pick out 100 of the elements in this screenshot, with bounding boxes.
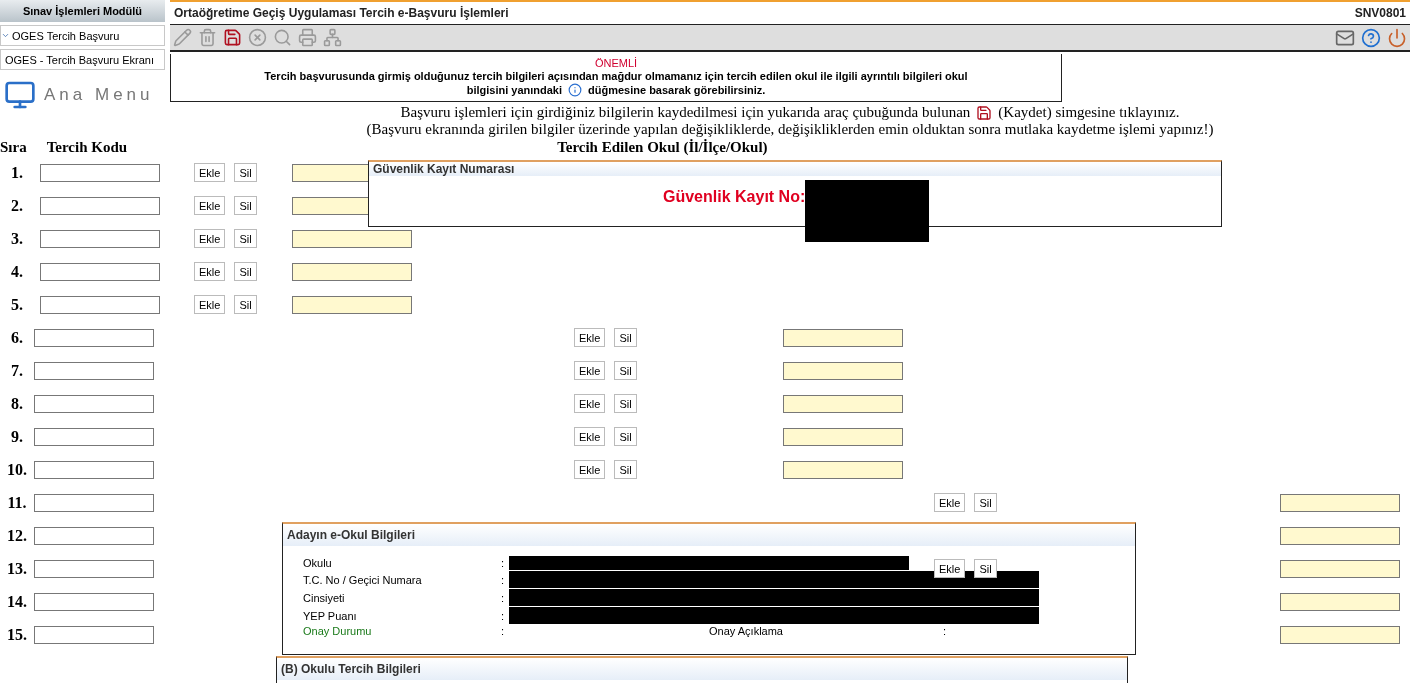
notice-text: Tercih başvurusunda girmiş olduğunuz tercih bilgileri açısından mağdur olmamanız için tercih edilen okul ile ilgili ayrıntılı bilgileri okul <box>264 70 968 82</box>
field-label: Okulu <box>303 557 333 569</box>
row-number: 11. <box>6 493 28 512</box>
instruction-text: Başvuru işlemleri için girdiğiniz bilgilerin kaydedilmesi için yukarıda araç çubuğunda bulunan <box>400 104 971 121</box>
colon: : <box>943 625 947 637</box>
save-button[interactable] <box>222 27 243 48</box>
security-label: Güvenlik Kayıt No: <box>663 187 806 206</box>
row-number: 3. <box>10 229 24 248</box>
field-label: Cinsiyeti <box>303 591 346 604</box>
sidebar-item[interactable]: OGES Tercih Başvuru <box>0 25 165 46</box>
screen-code: SNV0801 <box>1354 6 1406 20</box>
school-field[interactable] <box>292 295 412 314</box>
save-icon <box>976 104 993 121</box>
school-field[interactable] <box>1280 559 1400 578</box>
code-field[interactable] <box>34 361 154 380</box>
school-field[interactable] <box>783 328 903 347</box>
module-title: Sınav İşlemleri Modülü <box>0 0 165 22</box>
row-number: 4. <box>10 262 24 281</box>
row-number: 2. <box>10 196 24 215</box>
field-label: Onay Açıklama <box>709 625 783 637</box>
add-button[interactable]: Ekle <box>194 262 226 281</box>
school-field[interactable] <box>292 229 412 248</box>
instruction-text: (Başvuru ekranında girilen bilgiler üzerinde yapılan değişikliklerde, değişikliklerden emin olduktan sonra mutlaka kaydetme işlemi yapınız!) <box>366 121 1214 138</box>
column-header: Tercih Kodu <box>46 139 128 156</box>
code-field[interactable] <box>34 526 154 545</box>
code-field[interactable] <box>34 559 154 578</box>
code-field[interactable] <box>34 394 154 413</box>
field-label: T.C. No / Geçici Numara <box>303 573 423 586</box>
remove-button[interactable]: Sil <box>614 460 637 479</box>
row-number: 5. <box>10 295 24 314</box>
remove-button[interactable]: Sil <box>614 361 637 380</box>
remove-button[interactable]: Sil <box>614 427 637 446</box>
colon: : <box>501 557 506 569</box>
panel-title: Adayın e-Okul Bilgileri <box>283 524 1135 546</box>
code-field[interactable] <box>34 625 154 644</box>
school-field[interactable] <box>783 361 903 380</box>
add-button[interactable]: Ekle <box>574 460 606 479</box>
row-number: 14. <box>6 592 28 611</box>
school-field[interactable] <box>1280 526 1400 545</box>
add-button[interactable]: Ekle <box>194 295 226 314</box>
school-field[interactable] <box>1280 493 1400 512</box>
row-number: 15. <box>6 625 28 644</box>
add-button[interactable]: Ekle <box>194 163 226 182</box>
school-field[interactable] <box>783 460 903 479</box>
row-number: 12. <box>6 526 28 545</box>
panel-title: Güvenlik Kayıt Numarası <box>369 162 1221 176</box>
colon: : <box>501 573 506 586</box>
code-field[interactable] <box>40 196 160 215</box>
row-number: 7. <box>10 361 24 380</box>
panel-title: (B) Okulu Tercih Bilgileri <box>277 658 1127 680</box>
add-button[interactable]: Ekle <box>574 361 606 380</box>
remove-button[interactable]: Sil <box>614 394 637 413</box>
add-button[interactable]: Ekle <box>574 394 606 413</box>
row-number: 6. <box>10 328 24 347</box>
window-title: Ortaöğretime Geçiş Uygulaması Tercih e-Başvuru İşlemleri <box>174 6 509 20</box>
code-field[interactable] <box>40 295 160 314</box>
add-button[interactable]: Ekle <box>574 427 606 446</box>
remove-button[interactable]: Sil <box>234 163 257 182</box>
help-button[interactable] <box>1360 26 1382 49</box>
field-label: Onay Durumu <box>303 625 373 637</box>
school-field[interactable] <box>1280 625 1400 644</box>
row-number: 10. <box>6 460 28 479</box>
school-field[interactable] <box>292 262 412 281</box>
add-button[interactable]: Ekle <box>194 196 226 215</box>
code-field[interactable] <box>40 262 160 281</box>
remove-button[interactable]: Sil <box>974 493 997 512</box>
code-field[interactable] <box>40 163 160 182</box>
code-field[interactable] <box>34 460 154 479</box>
remove-button[interactable]: Sil <box>234 262 257 281</box>
power-button[interactable] <box>1386 26 1408 49</box>
code-field[interactable] <box>40 229 160 248</box>
remove-button[interactable]: Sil <box>234 196 257 215</box>
school-field[interactable] <box>783 394 903 413</box>
code-field[interactable] <box>34 592 154 611</box>
code-field[interactable] <box>34 493 154 512</box>
remove-button[interactable]: Sil <box>234 229 257 248</box>
instruction-text: (Kaydet) simgesine tıklayınız. <box>998 104 1180 121</box>
add-button[interactable]: Ekle <box>194 229 226 248</box>
colon: : <box>501 625 506 637</box>
code-field[interactable] <box>34 427 154 446</box>
remove-button[interactable]: Sil <box>614 328 637 347</box>
row-number: 9. <box>10 427 24 446</box>
info-icon <box>568 83 583 97</box>
colon: : <box>501 609 506 622</box>
school-field[interactable] <box>1280 592 1400 611</box>
sidebar-item[interactable]: OGES - Tercih Başvuru Ekranı <box>0 49 165 70</box>
home-link[interactable]: Ana Menu <box>44 85 154 105</box>
collapse-icon <box>1 31 10 40</box>
monitor-icon[interactable] <box>4 79 36 111</box>
add-button[interactable]: Ekle <box>574 328 606 347</box>
remove-button[interactable]: Sil <box>234 295 257 314</box>
add-button[interactable]: Ekle <box>934 559 966 578</box>
column-header: Sıra <box>0 139 27 156</box>
school-field[interactable] <box>783 427 903 446</box>
remove-button[interactable]: Sil <box>974 559 997 578</box>
code-field[interactable] <box>34 328 154 347</box>
add-button[interactable]: Ekle <box>934 493 966 512</box>
field-label: YEP Puanı <box>303 609 358 622</box>
colon: : <box>501 591 506 604</box>
notice-text: düğmesine basarak görebilirsiniz. <box>588 84 766 96</box>
